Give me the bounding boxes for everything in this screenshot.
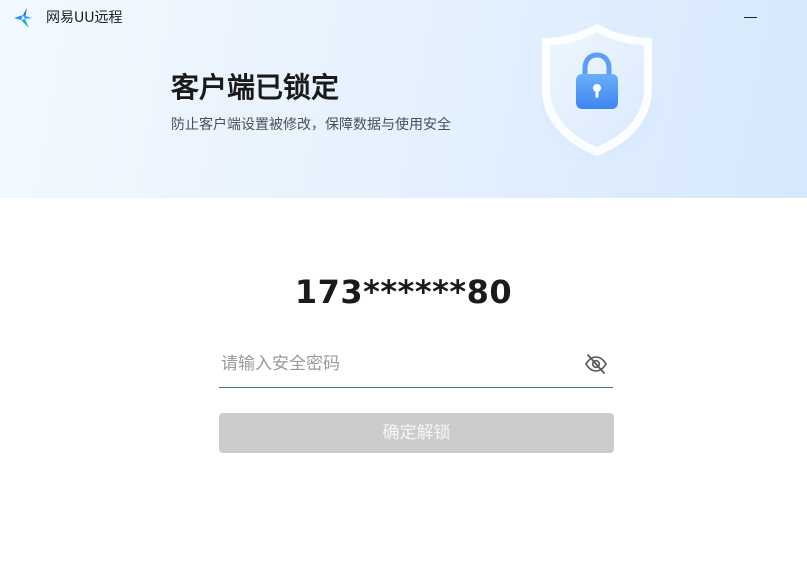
eye-off-icon[interactable] [583, 351, 609, 377]
password-input[interactable] [221, 349, 571, 379]
app-title: 网易UU远程 [46, 10, 123, 26]
lock-window: 网易UU远程 客户端已锁定 防止客户端设置被修改，保障数据与使用安全 173**… [0, 0, 807, 570]
lock-subtitle: 防止客户端设置被修改，保障数据与使用安全 [171, 117, 451, 133]
confirm-unlock-button[interactable]: 确定解锁 [219, 413, 614, 453]
netease-uu-logo-icon [12, 7, 34, 29]
minimize-icon [744, 17, 757, 18]
minimize-button[interactable] [735, 2, 767, 32]
password-field[interactable] [219, 343, 613, 388]
shield-lock-icon [530, 18, 664, 164]
lock-title: 客户端已锁定 [171, 71, 340, 104]
account-phone: 173******80 [294, 273, 513, 311]
title-bar[interactable]: 网易UU远程 [0, 0, 807, 36]
